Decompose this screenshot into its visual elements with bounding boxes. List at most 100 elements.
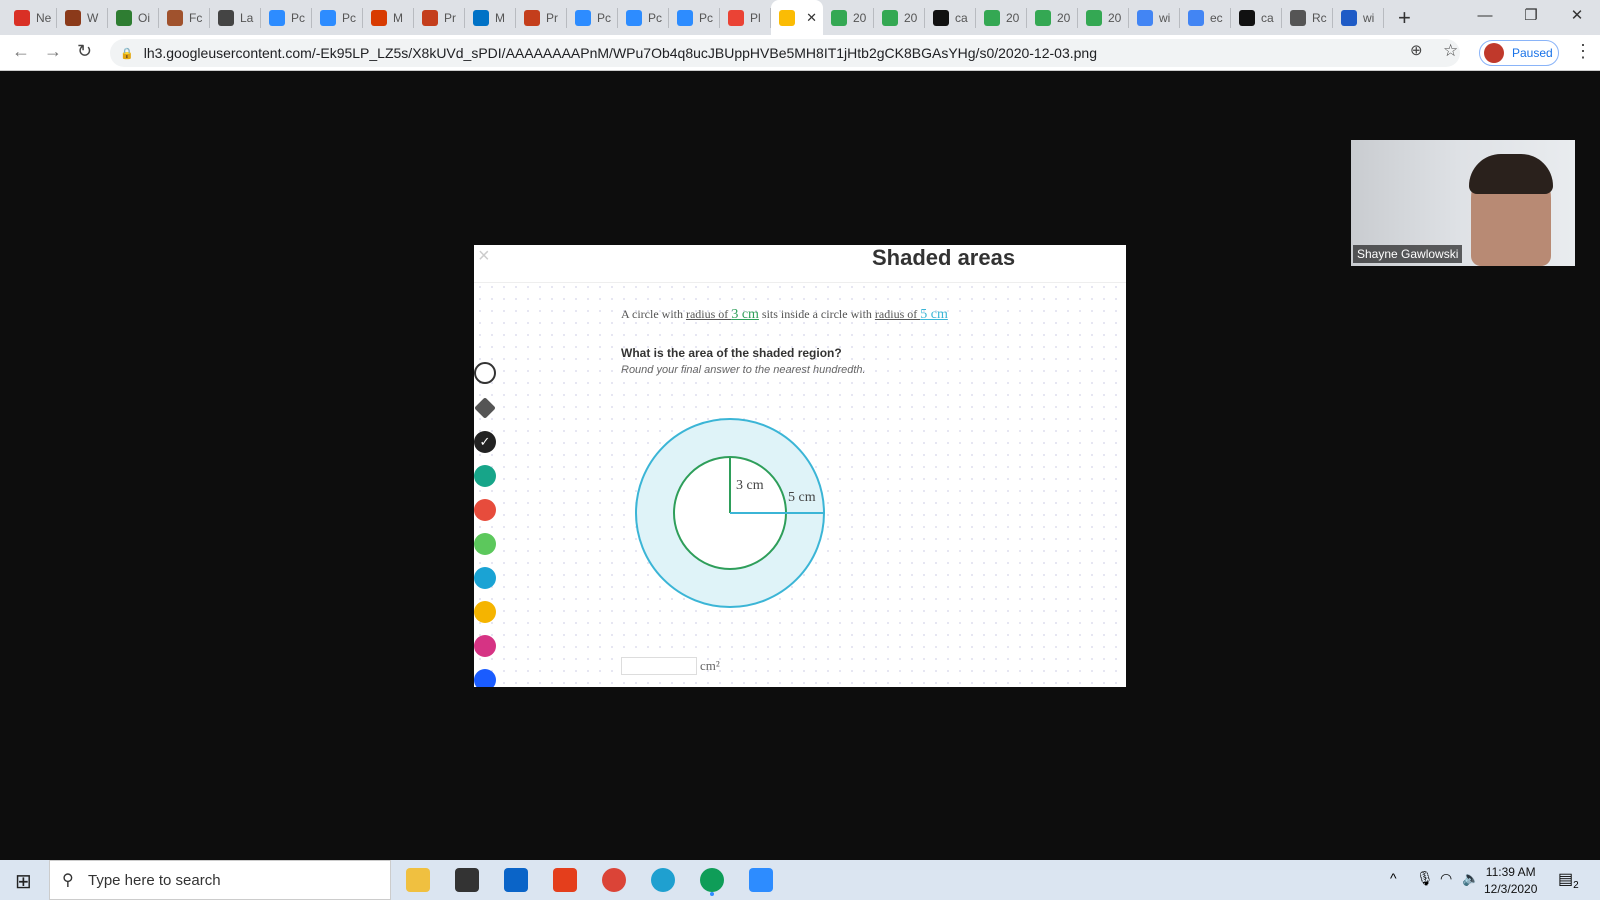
answer-unit: cm²: [700, 658, 720, 673]
edge-icon[interactable]: [651, 868, 675, 892]
notifications-icon[interactable]: ▤2: [1558, 869, 1579, 891]
office-icon[interactable]: [553, 868, 577, 892]
tab-label: Pc: [648, 10, 663, 25]
tab-favicon-icon: [779, 9, 795, 26]
tab-label: Pc: [291, 10, 306, 25]
tab-favicon-icon: [1188, 9, 1204, 26]
address-bar-row: ← → ↻ 🔒 lh3.googleusercontent.com/-Ek95L…: [0, 35, 1600, 71]
tab-favicon-icon: [984, 9, 1000, 26]
tab[interactable]: Pl: [720, 7, 771, 28]
tab-label: W: [87, 10, 99, 25]
tab[interactable]: 20: [823, 7, 874, 28]
inner-radius-label: 3 cm: [736, 478, 764, 493]
tab[interactable]: 20: [874, 7, 925, 28]
chrome-active-icon[interactable]: [700, 868, 724, 892]
color-swatch: [474, 669, 496, 687]
tab-label: ec: [1210, 10, 1223, 25]
tab-favicon-icon: [575, 9, 591, 26]
tab-favicon-icon: [524, 9, 540, 26]
tab[interactable]: M: [465, 7, 516, 28]
avatar: [1484, 43, 1504, 63]
show-hidden-icons[interactable]: ^: [1390, 870, 1397, 886]
tab[interactable]: M: [363, 7, 414, 28]
tab[interactable]: 20: [1078, 7, 1129, 28]
tab-favicon-icon: [1290, 9, 1306, 26]
tab-label: Rc: [1312, 10, 1327, 25]
tab-favicon-icon: [626, 9, 642, 26]
tab-favicon-icon: [1035, 9, 1051, 26]
tab-label: 20: [904, 10, 918, 25]
tab-favicon-icon: [269, 9, 285, 26]
tab[interactable]: La: [210, 7, 261, 28]
tab[interactable]: 20: [1027, 7, 1078, 28]
tab-label: Pr: [546, 10, 558, 25]
color-swatch: [474, 635, 496, 657]
menu-icon[interactable]: ⋮: [1574, 41, 1592, 62]
tab-favicon-icon: [473, 9, 489, 26]
person-hair: [1469, 154, 1553, 194]
tab-favicon-icon: [1137, 9, 1153, 26]
tab[interactable]: ca: [1231, 7, 1282, 28]
url-input[interactable]: 🔒 lh3.googleusercontent.com/-Ek95LP_LZ5s…: [110, 39, 1460, 67]
tab[interactable]: wi: [1129, 7, 1180, 28]
clock[interactable]: 11:39 AM 12/3/2020: [1484, 864, 1537, 898]
color-swatch: [474, 533, 496, 555]
tab[interactable]: Pr: [516, 7, 567, 28]
tab-label: Pc: [699, 10, 714, 25]
profile-button[interactable]: Paused: [1479, 40, 1559, 66]
bookmark-star-icon[interactable]: ☆: [1443, 41, 1458, 61]
undo-icon: [474, 362, 496, 384]
minimize-button[interactable]: —: [1462, 0, 1508, 30]
tab-label: Fc: [189, 10, 203, 25]
close-window-button[interactable]: ✕: [1554, 0, 1600, 30]
restore-button[interactable]: ❐: [1508, 0, 1554, 30]
tab[interactable]: Pr: [414, 7, 465, 28]
tab-label: 20: [1108, 10, 1122, 25]
forward-button[interactable]: →: [44, 41, 62, 62]
tab-active[interactable]: ✕: [771, 0, 823, 35]
tab[interactable]: ec: [1180, 7, 1231, 28]
search-icon: ⚲: [62, 872, 74, 889]
mail-icon[interactable]: [504, 868, 528, 892]
tab[interactable]: 20: [976, 7, 1027, 28]
tab-favicon-icon: [371, 9, 387, 26]
microphone-icon[interactable]: 🎙: [1416, 870, 1434, 887]
tab-favicon-icon: [14, 9, 30, 26]
back-button[interactable]: ←: [12, 41, 30, 62]
tab[interactable]: W: [57, 7, 108, 28]
chrome-icon[interactable]: [602, 868, 626, 892]
taskbar: ⊞ ⚲ Type here to search ^ 🎙 ◠ 🔈 11:39 AM…: [0, 860, 1600, 900]
new-tab-button[interactable]: +: [1398, 5, 1411, 31]
tab[interactable]: Pc: [618, 7, 669, 28]
zoom-icon[interactable]: ⊕: [1410, 41, 1423, 59]
tab[interactable]: Pc: [312, 7, 363, 28]
color-swatch: [474, 601, 496, 623]
tab[interactable]: Ne: [6, 7, 57, 28]
windows-start-icon[interactable]: ⊞: [15, 869, 32, 894]
tab[interactable]: Pc: [567, 7, 618, 28]
tab[interactable]: Pc: [669, 7, 720, 28]
tab-favicon-icon: [167, 9, 183, 26]
tab[interactable]: wi: [1333, 7, 1384, 28]
tab-label: wi: [1159, 10, 1171, 25]
tab[interactable]: Oi: [108, 7, 159, 28]
file-explorer-icon[interactable]: [406, 868, 430, 892]
store-icon[interactable]: [455, 868, 479, 892]
tab[interactable]: Rc: [1282, 7, 1333, 28]
tab-label: Pc: [342, 10, 357, 25]
tab-label: ca: [955, 10, 968, 25]
close-tab-icon[interactable]: ✕: [806, 10, 817, 26]
taskbar-search[interactable]: ⚲ Type here to search: [49, 860, 391, 900]
participant-name: Shayne Gawlowski: [1353, 245, 1463, 263]
tab[interactable]: Fc: [159, 7, 210, 28]
search-placeholder: Type here to search: [88, 871, 221, 889]
zoom-app-icon[interactable]: [749, 868, 773, 892]
answer-input: [621, 657, 697, 675]
tab[interactable]: ca: [925, 7, 976, 28]
wifi-icon[interactable]: ◠: [1440, 870, 1452, 887]
tab[interactable]: Pc: [261, 7, 312, 28]
reload-button[interactable]: ↻: [77, 41, 92, 62]
tab-label: 20: [853, 10, 867, 25]
volume-icon[interactable]: 🔈: [1462, 870, 1479, 887]
tab-favicon-icon: [218, 9, 234, 26]
